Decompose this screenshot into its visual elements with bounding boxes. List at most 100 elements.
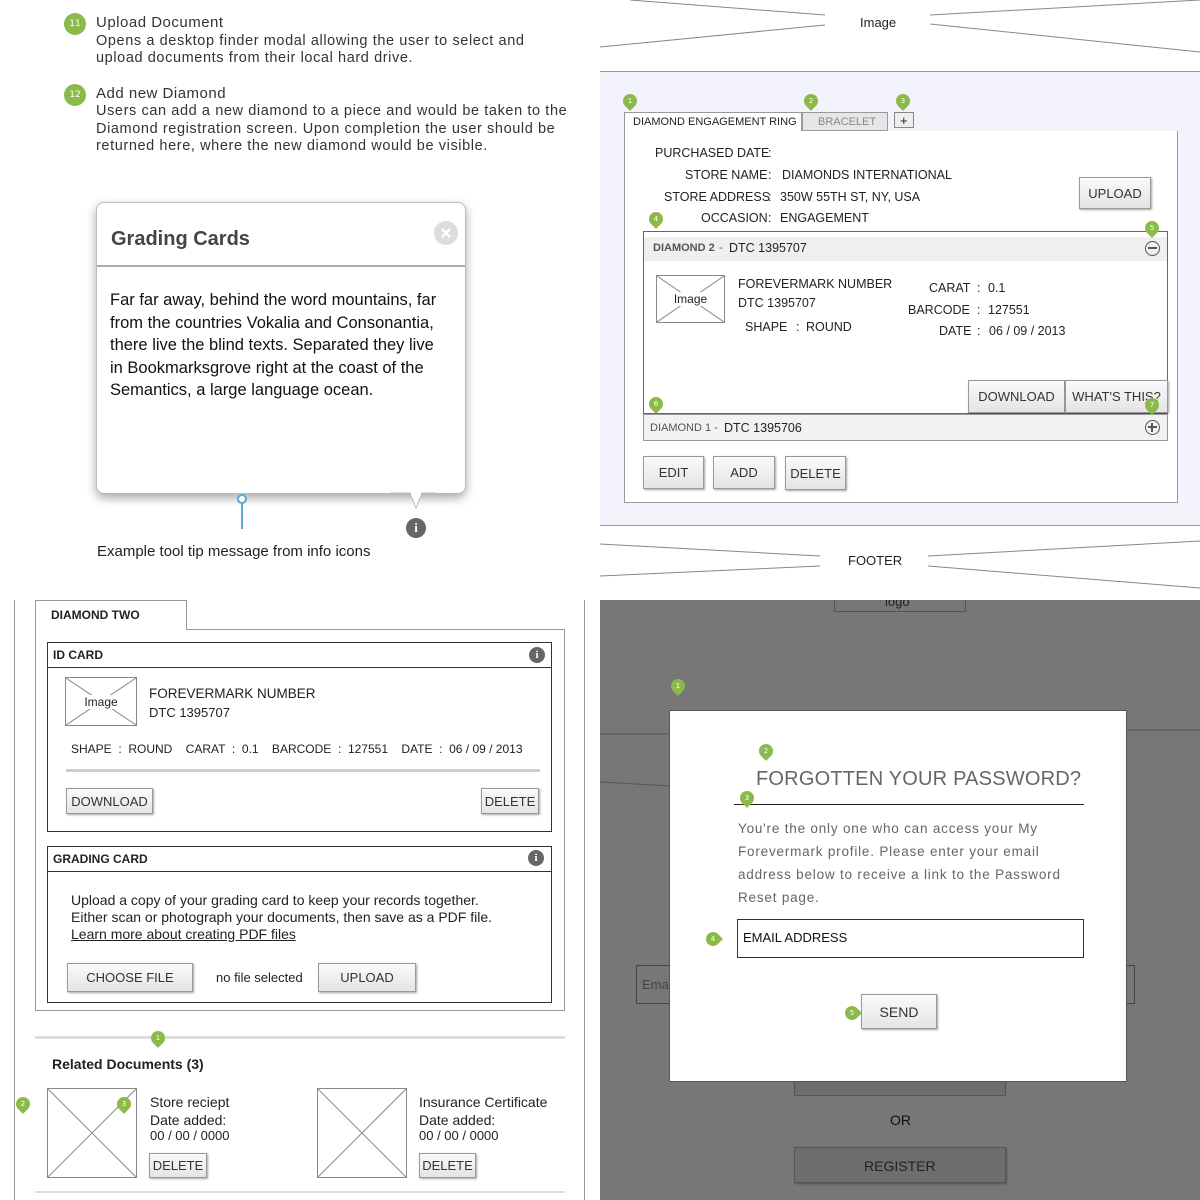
related-divider [35, 1036, 565, 1039]
bg-register-label: REGISTER [864, 1158, 936, 1174]
bottom-divider [35, 1191, 565, 1193]
upload-button[interactable]: UPLOAD [1079, 177, 1151, 209]
delete-button[interactable]: DELETE [419, 1153, 476, 1178]
info-icon[interactable]: i [406, 518, 426, 538]
doc-added-label: Date added: [150, 1112, 227, 1128]
date-label: DATE [939, 324, 972, 338]
delete-button[interactable]: DELETE [481, 788, 539, 814]
info-icon[interactable]: i [528, 850, 544, 866]
email-input-placeholder: EMAIL ADDRESS [743, 930, 848, 945]
annotation-title-12: Add new Diamond [96, 85, 227, 102]
id-card-specs: SHAPE : ROUND CARAT : 0.1 BARCODE : 1275… [71, 742, 523, 756]
annotation-pin: 4 [703, 929, 723, 949]
send-button[interactable]: SEND [861, 994, 937, 1029]
delete-button[interactable]: DELETE [149, 1153, 207, 1178]
annotation-pin: 7 [1142, 395, 1162, 415]
fm-number-label: FOREVERMARK NUMBER [738, 277, 893, 291]
image-label: Image [82, 694, 120, 709]
file-status: no file selected [216, 970, 303, 985]
piece-detail-panel: Image FOOTER DIAMOND ENGAGEMENT RING BRA… [600, 0, 1200, 600]
annotation-pin: 1 [620, 91, 640, 111]
annotation-pin: 1 [148, 1028, 168, 1048]
field-label-store-name: STORE NAME [685, 168, 768, 182]
download-button[interactable]: DOWNLOAD [66, 788, 153, 814]
id-card-image: Image [65, 677, 137, 726]
image-label: Image [671, 292, 710, 306]
diamond-two-panel: DIAMOND TWO ID CARD i Image FOREVERMARK … [0, 600, 600, 1200]
field-value-store-address: 350W 55TH ST, NY, USA [780, 190, 921, 204]
annotation-title-11: Upload Document [96, 14, 224, 31]
delete-button[interactable]: DELETE [785, 456, 846, 490]
doc-name: Store reciept [150, 1094, 230, 1110]
cursor-marker-head [237, 494, 247, 504]
tooltip-popup: Grading Cards Far far away, behind the w… [96, 202, 466, 494]
id-card-body [48, 667, 551, 668]
grading-card-line2: Either scan or photograph your documents… [71, 909, 493, 925]
modal-title: FORGOTTEN YOUR PASSWORD? [756, 768, 1082, 790]
tooltip-title: Grading Cards [111, 228, 250, 250]
footer-area: FOOTER [600, 525, 1200, 600]
diamond-2-image: Image [656, 275, 725, 323]
upload-button[interactable]: UPLOAD [318, 963, 416, 992]
field-sep: : [768, 146, 772, 160]
id-card-title: ID CARD [53, 648, 103, 662]
field-value-store-name: DIAMONDS INTERNATIONAL [782, 168, 952, 182]
info-icon[interactable]: i [529, 647, 545, 663]
field-label-store-address: STORE ADDRESS [664, 190, 771, 204]
barcode-value: 127551 [988, 303, 1030, 317]
tab-bracelet[interactable]: BRACELET [802, 112, 888, 131]
diamond-1-code: DTC 1395706 [724, 421, 802, 435]
field-sep: : [768, 211, 772, 225]
edit-button[interactable]: EDIT [643, 456, 704, 489]
download-button[interactable]: DOWNLOAD [968, 380, 1065, 413]
tooltip-body: Far far away, behind the word mountains,… [110, 291, 437, 400]
close-icon[interactable] [434, 221, 458, 245]
carat-value: 0.1 [988, 281, 1006, 295]
field-sep: : [768, 168, 772, 182]
annotation-pin: 6 [646, 394, 666, 414]
expand-icon[interactable] [1145, 420, 1160, 435]
bg-or-label: OR [890, 1112, 911, 1128]
annotation-pin: 1 [668, 676, 688, 696]
add-tab-label: + [900, 113, 908, 128]
diamond-2-sep: - [719, 242, 723, 254]
modal-title-rule [734, 804, 1084, 805]
add-tab-button[interactable]: + [894, 112, 914, 128]
tab-engagement-ring[interactable]: DIAMOND ENGAGEMENT RING [624, 112, 802, 132]
annotation-pin: 3 [737, 788, 757, 808]
annotation-pin: 5 [842, 1003, 862, 1023]
fm-number-label: FOREVERMARK NUMBER [149, 686, 316, 701]
header-image-label: Image [860, 15, 897, 30]
tab-label: DIAMOND ENGAGEMENT RING [633, 116, 797, 128]
barcode-label: BARCODE [908, 303, 970, 317]
colon: : [977, 324, 981, 338]
doc-date: 00 / 00 / 0000 [150, 1128, 230, 1143]
tab-label: DIAMOND TWO [51, 608, 140, 622]
id-card-divider [66, 769, 540, 772]
doc-thumbnail[interactable] [317, 1088, 407, 1178]
annotation-pin: 5 [1142, 218, 1162, 238]
bg-login-button [794, 1080, 1006, 1096]
diamond-1-sep: - [714, 422, 718, 434]
annotation-pin: 3 [114, 1094, 134, 1114]
fm-number-value: DTC 1395707 [738, 296, 816, 310]
field-sep: : [768, 190, 772, 204]
choose-file-button[interactable]: CHOOSE FILE [67, 963, 193, 992]
doc-added-label: Date added: [419, 1112, 496, 1128]
doc-name: Insurance Certificate [419, 1094, 548, 1110]
annotation-pin: 2 [756, 741, 776, 761]
grading-card-title: GRADING CARD [53, 852, 148, 866]
left-rule [14, 600, 15, 1200]
tooltip-pointer [390, 492, 436, 510]
add-button[interactable]: ADD [713, 456, 775, 489]
date-value: 06 / 09 / 2013 [989, 324, 1066, 338]
annotation-desc-12: Users can add a new diamond to a piece a… [96, 103, 568, 154]
diamond-1-row[interactable] [643, 414, 1168, 441]
collapse-icon[interactable] [1145, 241, 1160, 256]
annotations-panel: 11 Upload Document Opens a desktop finde… [0, 0, 600, 600]
field-label-purchased-date: PURCHASED DATE [655, 146, 770, 160]
annotation-desc-11: Opens a desktop finder modal allowing th… [96, 33, 525, 66]
footer-label: FOOTER [848, 553, 903, 568]
pdf-help-link[interactable]: Learn more about creating PDF files [71, 926, 296, 942]
tab-label: BRACELET [818, 116, 877, 128]
